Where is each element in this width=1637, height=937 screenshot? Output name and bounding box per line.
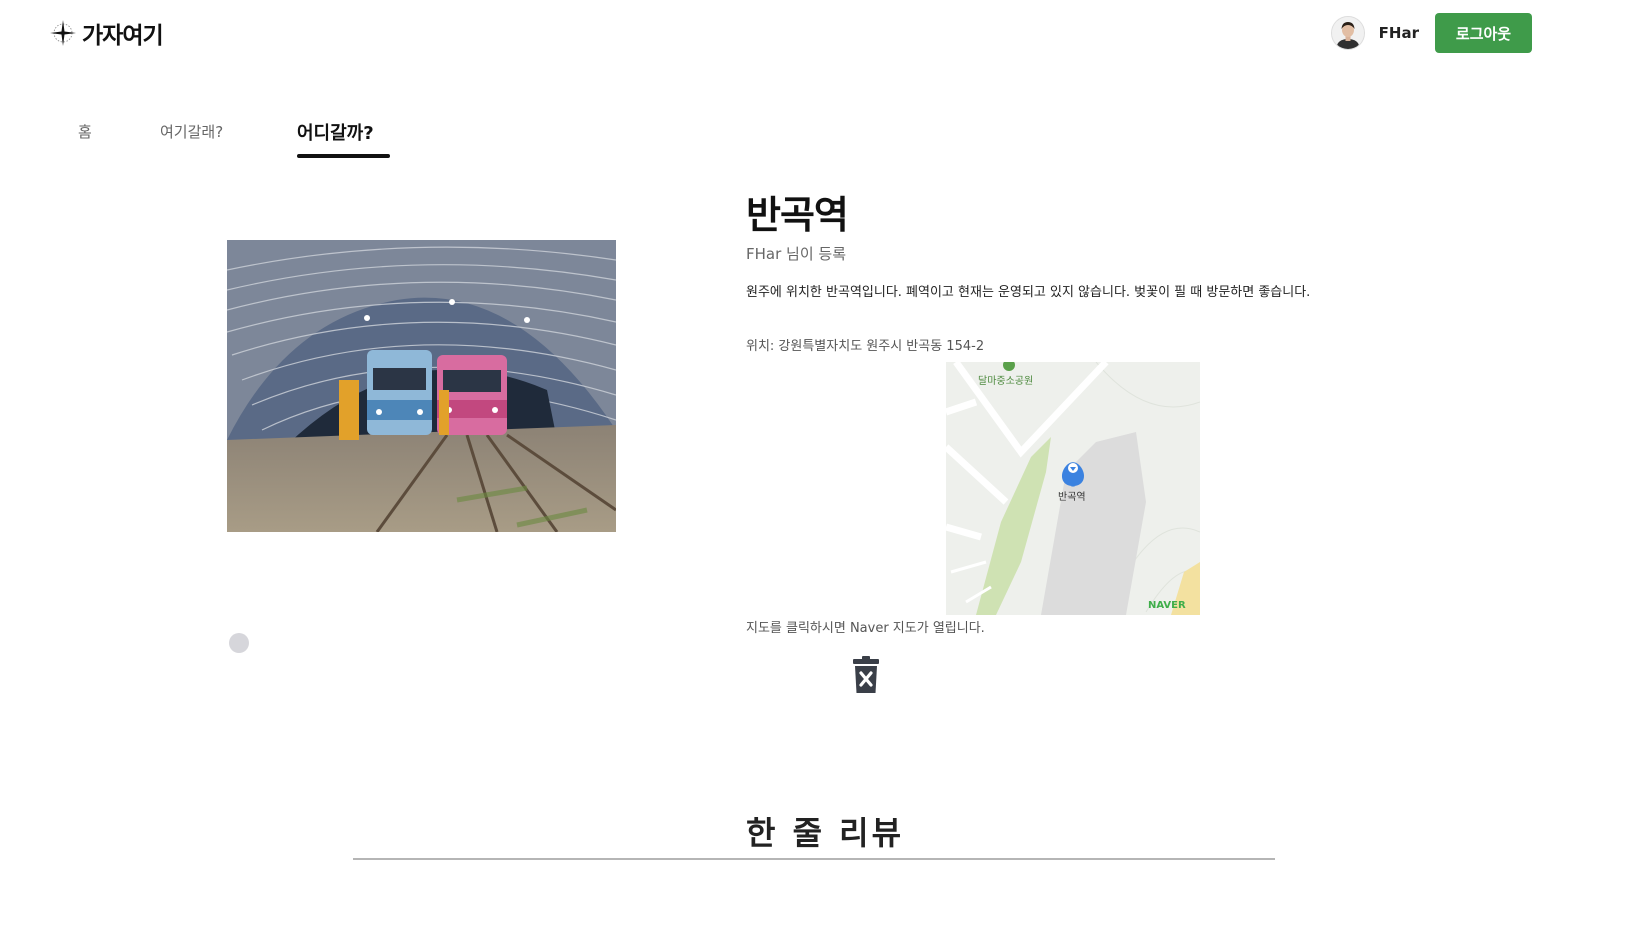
map-marker-label: 반곡역 — [1058, 491, 1086, 503]
trash-x-icon — [853, 656, 879, 693]
map-hint: 지도를 클릭하시면 Naver 지도가 열립니다. — [746, 621, 985, 636]
avatar[interactable] — [1330, 16, 1365, 50]
active-tab-indicator — [297, 154, 390, 158]
nav-home[interactable]: 홈 — [78, 121, 92, 142]
map-park-label: 달마중소공원 — [978, 375, 1033, 387]
place-title: 반곡역 — [746, 193, 849, 237]
carousel-dot[interactable] — [229, 633, 249, 653]
map[interactable]: 달마중소공원 반곡역 NAVER — [946, 362, 1200, 615]
main-nav: 홈 여기갈래? 어디갈까? — [0, 110, 600, 160]
place-photo — [227, 240, 616, 532]
review-section-title: 한 줄 리뷰 — [746, 814, 905, 852]
review-divider — [353, 858, 1275, 860]
header: 가자여기 FHar 로그아웃 — [0, 0, 1637, 70]
delete-button[interactable] — [851, 655, 881, 695]
nav-go-here[interactable]: 여기갈래? — [160, 121, 223, 142]
naver-logo: NAVER — [1148, 600, 1186, 611]
logout-button[interactable]: 로그아웃 — [1435, 13, 1532, 53]
logo-text: 가자여기 — [82, 23, 164, 49]
user-area: FHar 로그아웃 — [1330, 13, 1532, 53]
nav-where-to-go[interactable]: 어디갈까? — [297, 119, 374, 145]
logo[interactable]: 가자여기 — [48, 16, 164, 50]
place-location: 위치: 강원특별자치도 원주시 반곡동 154-2 — [746, 339, 985, 354]
place-author: FHar 님이 등록 — [746, 245, 847, 263]
compass-icon — [50, 20, 76, 46]
username: FHar — [1378, 24, 1419, 42]
place-description: 원주에 위치한 반곡역입니다. 폐역이고 현재는 운영되고 있지 않습니다. 벚… — [746, 285, 1311, 300]
